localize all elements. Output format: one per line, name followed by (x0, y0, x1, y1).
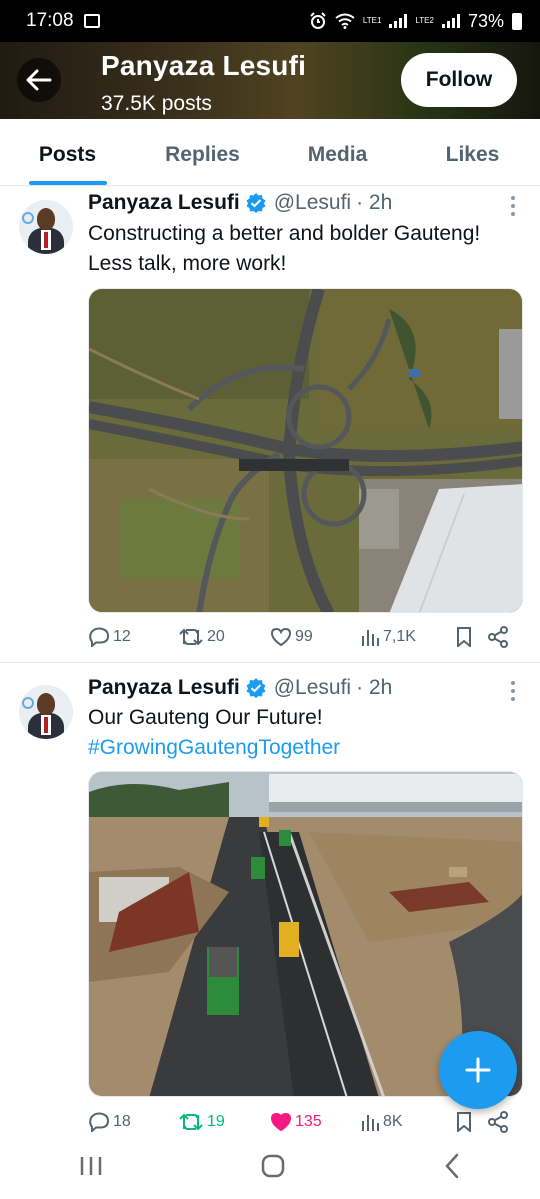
post-count: 37.5K posts (101, 92, 212, 115)
tab-replies[interactable]: Replies (135, 119, 270, 185)
profile-name: Panyaza Lesufi (101, 50, 307, 81)
android-navigation-bar (0, 1138, 540, 1199)
tab-media[interactable]: Media (270, 119, 405, 185)
repost-count: 19 (207, 1113, 225, 1130)
verified-badge-icon (246, 678, 266, 698)
repost-count: 20 (207, 628, 225, 645)
home-icon (261, 1154, 285, 1178)
recent-apps-button[interactable] (78, 1155, 104, 1182)
tab-likes[interactable]: Likes (405, 119, 540, 185)
analytics-icon (362, 1115, 379, 1131)
aerial-interchange-image (89, 289, 522, 612)
reply-icon (89, 627, 110, 647)
tab-posts[interactable]: Posts (0, 119, 135, 185)
post-text-body: Our Gauteng Our Future! (88, 706, 323, 729)
post-time: · 2h (356, 191, 393, 214)
share-button[interactable] (487, 1111, 517, 1133)
post-header: Panyaza Lesufi @Lesufi · 2h (88, 676, 392, 700)
views-button[interactable]: 8K (360, 1113, 455, 1131)
share-icon (488, 626, 508, 648)
bookmark-icon (457, 627, 471, 647)
heart-icon (270, 627, 292, 647)
arrow-left-icon (26, 69, 52, 91)
reply-button[interactable]: 18 (88, 1112, 178, 1132)
tab-label: Likes (445, 143, 500, 166)
signal-icon (389, 14, 408, 28)
compose-post-button[interactable] (439, 1031, 517, 1109)
share-icon (488, 1111, 508, 1133)
hashtag-link[interactable]: #GrowingGautengTogether (88, 733, 518, 763)
recent-apps-icon (80, 1157, 102, 1175)
reply-button[interactable]: 12 (88, 627, 178, 647)
tab-label: Media (307, 143, 368, 166)
author-name[interactable]: Panyaza Lesufi (88, 191, 240, 215)
post-actions: 12 20 99 7,1K (88, 626, 518, 648)
author-name[interactable]: Panyaza Lesufi (88, 676, 240, 700)
more-options-icon[interactable] (510, 196, 516, 216)
bookmark-button[interactable] (455, 627, 487, 647)
repost-icon (179, 1113, 203, 1131)
post-text: Constructing a better and bolder Gauteng… (88, 222, 481, 275)
reply-icon (89, 1112, 110, 1132)
alarm-icon (310, 12, 326, 29)
like-count: 99 (295, 628, 313, 645)
reply-count: 18 (113, 1113, 131, 1130)
tab-label: Posts (38, 143, 97, 166)
bookmark-button[interactable] (455, 1112, 487, 1132)
battery-percent: 73% (467, 10, 504, 31)
analytics-icon (362, 630, 379, 646)
post-image[interactable] (88, 288, 523, 613)
share-button[interactable] (487, 626, 517, 648)
post[interactable]: Panyaza Lesufi @Lesufi · 2h Constructing… (0, 186, 540, 663)
view-count: 7,1K (383, 628, 416, 645)
sim1-label: LTE1 (362, 16, 382, 25)
back-nav-button[interactable] (442, 1153, 462, 1184)
profile-tabs: Posts Replies Media Likes (0, 119, 540, 186)
view-count: 8K (383, 1113, 403, 1130)
back-button[interactable] (17, 58, 61, 102)
repost-button[interactable]: 20 (178, 627, 270, 647)
wifi-icon (335, 13, 355, 29)
repost-button[interactable]: 19 (178, 1112, 270, 1132)
follow-button[interactable]: Follow (401, 53, 517, 107)
status-bar: 17:08 LTE1 LTE2 73% (0, 0, 540, 42)
more-options-icon[interactable] (510, 681, 516, 701)
sim2-label: LTE2 (415, 16, 434, 25)
profile-header: Panyaza Lesufi 37.5K posts Follow (0, 42, 540, 119)
status-icons: LTE1 LTE2 73% (309, 11, 522, 32)
post-text: Our Gauteng Our Future! #GrowingGautengT… (88, 703, 518, 763)
plus-icon (465, 1057, 491, 1083)
clock: 17:08 (26, 10, 74, 31)
views-button[interactable]: 7,1K (360, 628, 455, 646)
author-handle: @Lesufi (273, 676, 352, 699)
author-handle: @Lesufi (273, 191, 352, 214)
repost-icon (179, 628, 203, 646)
active-tab-indicator (28, 181, 107, 185)
verified-badge-icon (246, 193, 266, 213)
battery-icon (512, 12, 522, 30)
heart-icon (270, 1112, 292, 1132)
avatar[interactable] (19, 200, 73, 254)
signal-icon (441, 14, 460, 28)
avatar[interactable] (19, 685, 73, 739)
post-time: · 2h (356, 676, 393, 699)
bookmark-icon (457, 1112, 471, 1132)
chevron-left-icon (445, 1153, 459, 1179)
gallery-notification-icon (83, 14, 100, 28)
post-header: Panyaza Lesufi @Lesufi · 2h (88, 191, 392, 215)
reply-count: 12 (113, 628, 131, 645)
like-count: 135 (295, 1113, 322, 1130)
home-button[interactable] (260, 1153, 286, 1184)
tab-label: Replies (165, 143, 240, 166)
like-button[interactable]: 135 (270, 1112, 360, 1132)
post-actions: 18 19 135 8K (88, 1111, 518, 1133)
like-button[interactable]: 99 (270, 627, 360, 647)
